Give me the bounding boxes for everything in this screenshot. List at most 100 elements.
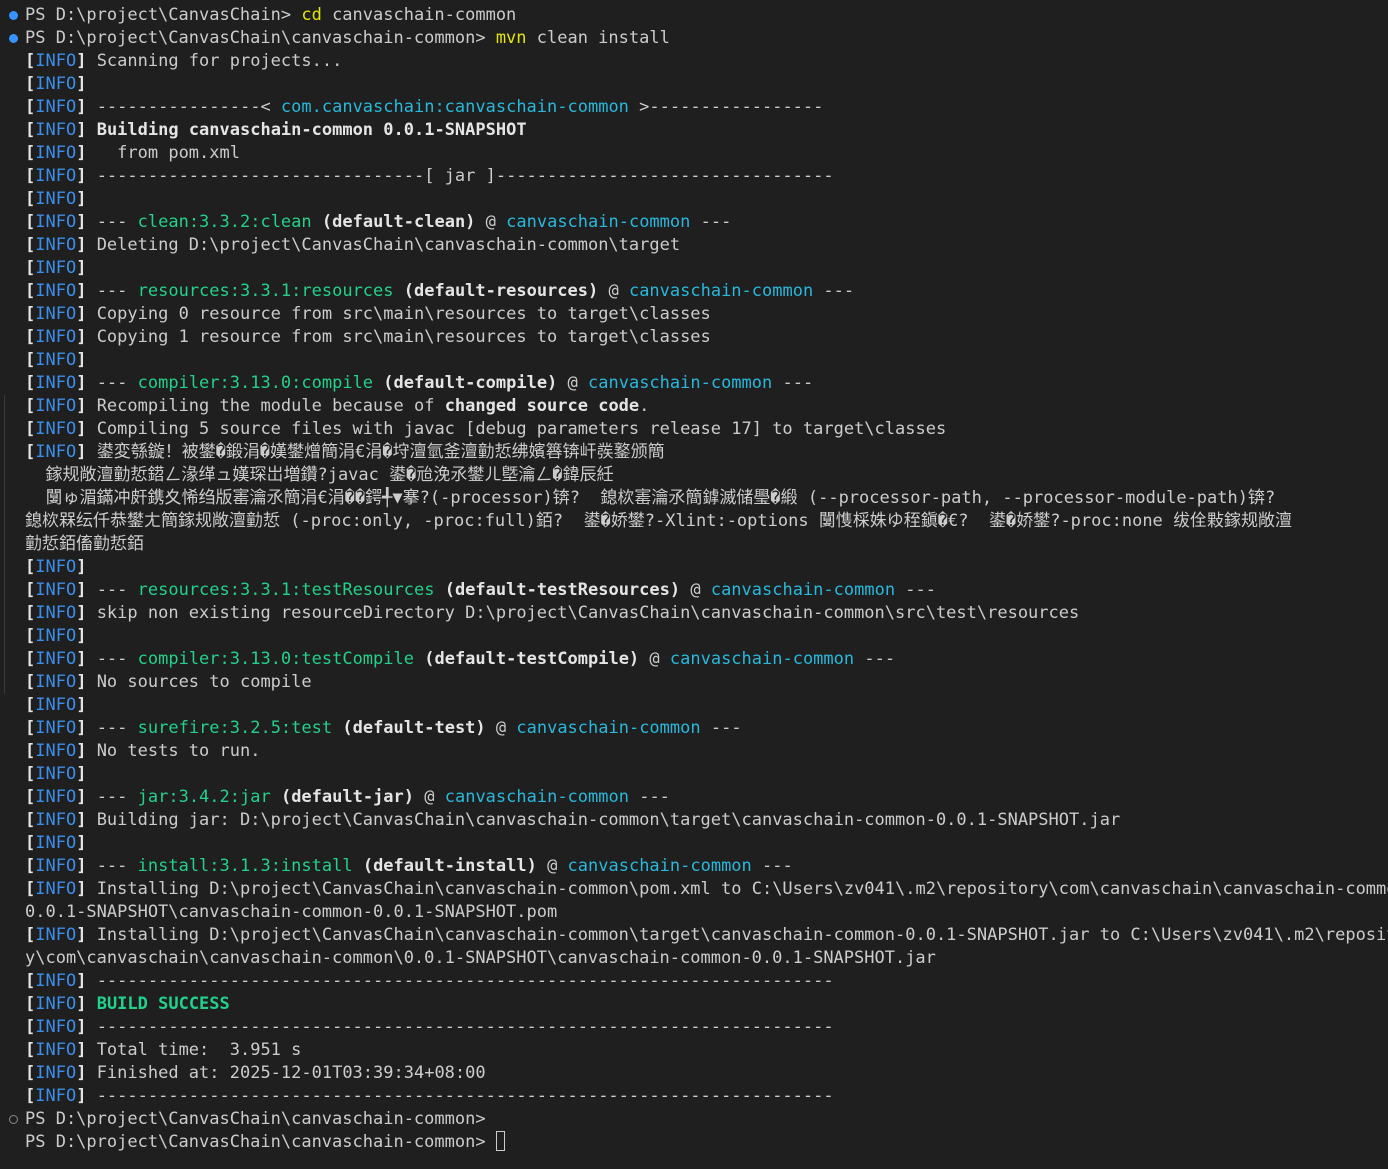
module-name: canvaschain-common [444,787,629,807]
line-text: mvn [495,28,527,48]
line-text: 0.0.1-SNAPSHOT\canvaschain-common-0.0.1-… [25,902,558,922]
line-text: 鎴栨槑纭仟恭鐢ㄤ簡鎵规敞澶勭悊 (-proc:only, -proc:full)… [25,511,1293,531]
line-text: ] [76,235,87,255]
line-text: Scanning for projects... [86,51,343,71]
terminal-line: 闅ゅ湄鏋冲皯鎸夊悕绉版寚瀹氶簡涓€涓��鍔╃▼搴?(-processor)锛? … [0,487,1388,510]
line-text: --- [700,718,742,738]
command-decoration-icon[interactable] [9,1115,18,1124]
line-text: ] [76,396,87,416]
plugin-goal: resources:3.3.1:testResources [137,580,435,600]
line-text: from pom.xml [86,143,240,163]
log-level-tag: INFO [35,143,77,163]
log-level-tag: INFO [35,971,77,991]
log-level-tag: INFO [35,603,77,623]
terminal-line: [INFO] Recompiling the module because of… [0,395,1388,418]
line-text: [ [25,580,36,600]
line-text: @ [485,718,517,738]
log-level-tag: INFO [35,419,77,439]
terminal-line: [INFO] [0,73,1388,96]
line-text: Compiling 5 source files with javac [deb… [86,419,947,439]
line-text: --- [86,212,138,232]
terminal-line: 0.0.1-SNAPSHOT\canvaschain-common-0.0.1-… [0,901,1388,924]
terminal-line: [INFO] [0,257,1388,280]
line-text: Copying 0 resource from src\main\resourc… [86,304,711,324]
line-text: (default-install) [362,856,537,876]
terminal-line: [INFO] No tests to run. [0,740,1388,763]
line-text [434,580,444,600]
line-text: ----------------< [86,97,281,117]
line-text: PS D:\project\CanvasChain\canvaschain-co… [25,1109,486,1129]
line-text: @ [536,856,568,876]
line-text: ] [76,603,87,623]
plugin-goal: jar:3.4.2:jar [137,787,271,807]
terminal-line: [INFO] BUILD SUCCESS [0,993,1388,1016]
line-text: [ [25,741,36,761]
terminal-line: y\com\canvaschain\canvaschain-common\0.0… [0,947,1388,970]
line-text: ] [76,281,87,301]
line-text: ] [76,1017,87,1037]
line-text: --- [86,856,138,876]
log-level-tag: INFO [35,281,77,301]
line-text: Finished at: 2025-12-01T03:39:34+08:00 [86,1063,486,1083]
line-text [414,649,424,669]
line-text: ] [76,856,87,876]
line-text: ] [76,695,87,715]
log-level-tag: INFO [35,212,77,232]
line-text: ] [76,810,87,830]
cursor-icon[interactable] [495,1131,505,1151]
line-text: ] [76,304,87,324]
line-text: PS D:\project\CanvasChain> [25,5,302,25]
line-text: [ [25,1063,36,1083]
line-text: [ [25,1040,36,1060]
command-success-decoration-icon[interactable] [9,11,18,20]
terminal-line: 鎴栨槑纭仟恭鐢ㄤ簡鎵规敞澶勭悊 (-proc:only, -proc:full)… [0,510,1388,533]
line-text [353,856,363,876]
log-level-tag: INFO [35,672,77,692]
line-text: --- [86,718,138,738]
line-text: @ [680,580,711,600]
log-level-tag: INFO [35,258,77,278]
line-text: clean install [526,28,670,48]
line-text: . [639,396,650,416]
line-text: Copying 1 resource from src\main\resourc… [86,327,711,347]
line-text: [ [25,350,36,370]
log-level-tag: INFO [35,97,77,117]
terminal-output[interactable]: PS D:\project\CanvasChain> cd canvaschai… [0,0,1388,1169]
terminal-line: [INFO] --------------------------------[… [0,165,1388,188]
line-text: @ [414,787,445,807]
log-level-tag: INFO [35,925,77,945]
line-text [271,787,281,807]
terminal-line: [INFO] --- compiler:3.13.0:testCompile (… [0,648,1388,671]
line-text: [ [25,120,36,140]
line-text: [ [25,764,36,784]
line-text: ] [76,51,87,71]
terminal-lines: PS D:\project\CanvasChain> cd canvaschai… [0,4,1388,1154]
line-text: (default-test) [342,718,486,738]
line-text: @ [475,212,507,232]
line-text: ] [76,258,87,278]
line-text: ] [76,442,87,462]
line-text: (default-resources) [403,281,599,301]
log-level-tag: INFO [35,649,77,669]
log-level-tag: INFO [35,856,77,876]
log-level-tag: INFO [35,1063,77,1083]
plugin-goal: resources:3.3.1:resources [137,281,394,301]
terminal-line: [INFO] from pom.xml [0,142,1388,165]
line-text: [ [25,626,36,646]
log-level-tag: INFO [35,557,77,577]
line-text: [ [25,51,36,71]
line-text: ----------------------------------------… [86,971,834,991]
line-text: [ [25,557,36,577]
line-text: @ [639,649,670,669]
command-success-decoration-icon[interactable] [9,34,18,43]
line-text: PS D:\project\CanvasChain\canvaschain-co… [25,1132,496,1152]
line-text: y\com\canvaschain\canvaschain-common\0.0… [25,948,936,968]
terminal-line: PS D:\project\CanvasChain\canvaschain-co… [0,1131,1388,1154]
line-text: ] [76,557,87,577]
module-name: canvaschain-common [588,373,773,393]
log-level-tag: INFO [35,1086,77,1106]
line-text: Total time: 3.951 s [86,1040,302,1060]
log-level-tag: INFO [35,764,77,784]
line-text: --- [86,787,138,807]
terminal-line: [INFO] Installing D:\project\CanvasChain… [0,878,1388,901]
